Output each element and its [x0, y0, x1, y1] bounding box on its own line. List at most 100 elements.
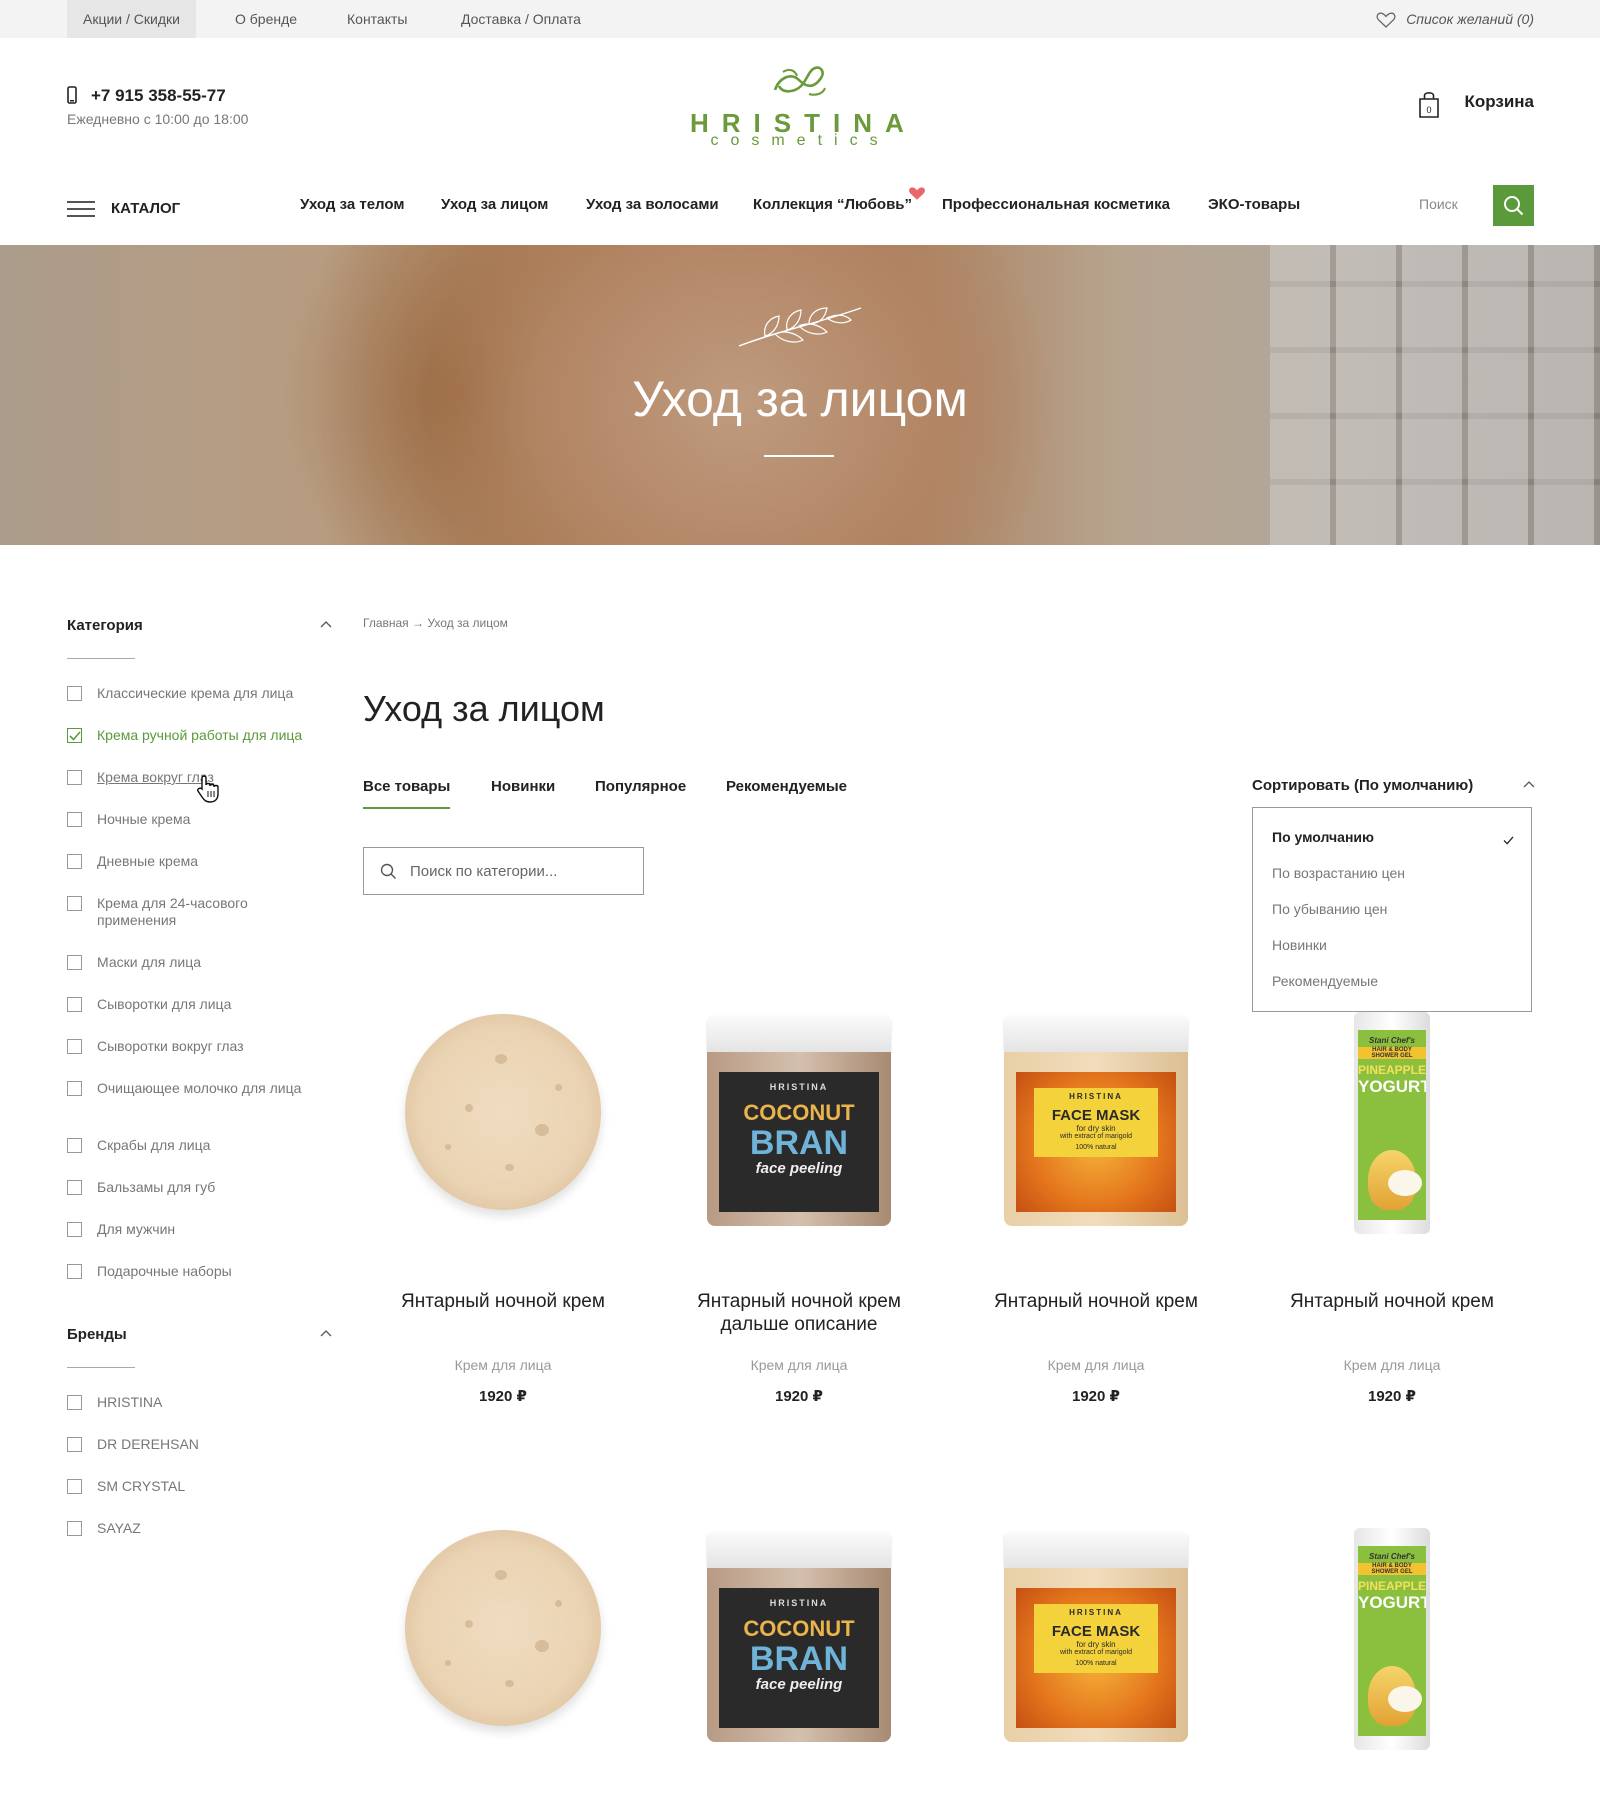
product-image-pineapple-yogurt-bottle[interactable]: Stani Chef's HAIR & BODY SHOWER GEL PINE… [1292, 1516, 1492, 1750]
filter-checkbox-classic[interactable]: Классические крема для лица [67, 685, 327, 702]
checkbox[interactable] [67, 1437, 82, 1452]
header-search-button[interactable] [1493, 185, 1534, 226]
cart-link[interactable]: Корзина [1464, 92, 1534, 112]
filter-label: Маски для лица [97, 954, 202, 970]
product-price: 1920 ₽ [1072, 1388, 1120, 1405]
sort-dropdown-menu: По умолчанию По возрастанию цен По убыва… [1252, 807, 1532, 1012]
divider [67, 658, 135, 659]
tab-popular[interactable]: Популярное [595, 778, 686, 795]
product-image-cream-dish[interactable] [403, 1516, 603, 1736]
filter-checkbox-men[interactable]: Для мужчин [67, 1221, 327, 1238]
product-category: Крем для лица [1343, 1357, 1441, 1373]
sort-option-price-desc[interactable]: По убыванию цен [1272, 901, 1387, 917]
filter-checkbox-handmade[interactable]: Крема ручной работы для лица [67, 727, 327, 744]
checkbox[interactable] [67, 1521, 82, 1536]
category-search-field[interactable] [363, 847, 644, 895]
sort-option-new[interactable]: Новинки [1272, 937, 1327, 953]
product-name[interactable]: Янтарный ночной крем [961, 1290, 1231, 1313]
product-category: Крем для лица [454, 1357, 552, 1373]
filter-checkbox-brand-sayaz[interactable]: SAYAZ [67, 1520, 327, 1537]
checkbox[interactable] [67, 1180, 82, 1195]
product-name[interactable]: Янтарный ночной крем дальше описание [664, 1290, 934, 1336]
sort-option-price-asc[interactable]: По возрастанию цен [1272, 865, 1405, 881]
search-icon [380, 863, 396, 879]
filter-label: Дневные крема [97, 853, 199, 869]
filter-category-title[interactable]: Категория [67, 617, 143, 634]
filter-checkbox-24h[interactable]: Крема для 24-часового применения [67, 895, 317, 929]
sort-option-recommended[interactable]: Рекомендуемые [1272, 973, 1378, 989]
product-name[interactable]: Янтарный ночной крем [1257, 1290, 1527, 1313]
topbar-link-contacts[interactable]: Контакты [347, 0, 407, 38]
nav-item-face-care[interactable]: Уход за лицом [441, 196, 548, 213]
checkbox[interactable] [67, 812, 82, 827]
heart-icon [1376, 12, 1396, 29]
chevron-up-icon[interactable] [1523, 780, 1535, 788]
sort-dropdown-toggle[interactable]: Сортировать (По умолчанию) [1252, 777, 1473, 794]
cart-bag-icon[interactable]: 0 [1418, 90, 1440, 118]
catalog-menu-button[interactable]: КАТАЛОГ [67, 196, 180, 222]
leaf-ornament-icon [738, 307, 862, 347]
filter-label: Очищающее молочко для лица [97, 1080, 302, 1096]
checkbox[interactable] [67, 955, 82, 970]
filter-checkbox-brand-smcrystal[interactable]: SM CRYSTAL [67, 1478, 327, 1495]
divider [67, 1367, 135, 1368]
tab-all[interactable]: Все товары [363, 778, 451, 809]
breadcrumb[interactable]: Главная → Уход за лицом [363, 616, 508, 630]
logo-sub-text: cosmetics [710, 132, 890, 149]
site-logo[interactable]: HRISTINA cosmetics [690, 60, 910, 160]
product-image-cream-dish[interactable] [403, 1000, 603, 1220]
nav-item-hair-care[interactable]: Уход за волосами [586, 196, 719, 213]
nav-item-love-collection[interactable]: Коллекция “Любовь” [753, 196, 912, 213]
filter-checkbox-night[interactable]: Ночные крема [67, 811, 327, 828]
checkbox[interactable] [67, 770, 82, 785]
checkbox[interactable] [67, 1264, 82, 1279]
product-image-face-mask-jar[interactable]: HRISTINA FACE MASK for dry skin with ext… [996, 1516, 1196, 1742]
filter-checkbox-eye-serums[interactable]: Сыворотки вокруг глаз [67, 1038, 327, 1055]
product-image-coconut-bran-jar[interactable]: HRISTINA COCONUT BRAN face peeling [699, 1516, 899, 1742]
filter-checkbox-masks[interactable]: Маски для лица [67, 954, 327, 971]
product-name[interactable]: Янтарный ночной крем [368, 1290, 638, 1313]
product-image-coconut-bran-jar[interactable]: HRISTINA COCONUT BRAN face peeling [699, 1000, 899, 1226]
filter-checkbox-lip-balms[interactable]: Бальзамы для губ [67, 1179, 327, 1196]
filter-checkbox-day[interactable]: Дневные крема [67, 853, 327, 870]
filter-brands-title[interactable]: Бренды [67, 1326, 127, 1343]
filter-checkbox-brand-derehsan[interactable]: DR DEREHSAN [67, 1436, 327, 1453]
header-search-input[interactable]: Поиск [1419, 196, 1458, 212]
topbar-link-sales[interactable]: Акции / Скидки [67, 0, 196, 38]
checkbox[interactable] [67, 997, 82, 1012]
checkbox[interactable] [67, 1222, 82, 1237]
filter-checkbox-brand-hristina[interactable]: HRISTINA [67, 1394, 327, 1411]
category-search-input[interactable] [410, 859, 630, 883]
filter-checkbox-serums[interactable]: Сыворотки для лица [67, 996, 327, 1013]
tab-recommended[interactable]: Рекомендуемые [726, 778, 847, 795]
checkbox[interactable] [67, 896, 82, 911]
filter-checkbox-scrubs[interactable]: Скрабы для лица [67, 1137, 327, 1154]
product-image-pineapple-yogurt-bottle[interactable]: Stani Chef's HAIR & BODY SHOWER GEL PINE… [1292, 1000, 1492, 1234]
wishlist-link[interactable]: Список желаний (0) [1376, 0, 1534, 38]
topbar-link-delivery[interactable]: Доставка / Оплата [461, 0, 581, 38]
tab-new[interactable]: Новинки [491, 778, 555, 795]
filter-checkbox-gift-sets[interactable]: Подарочные наборы [67, 1263, 327, 1280]
checkbox[interactable] [67, 854, 82, 869]
sort-option-default[interactable]: По умолчанию [1272, 829, 1374, 845]
nav-item-professional[interactable]: Профессиональная косметика [942, 196, 1170, 213]
filter-checkbox-cleansing-milk[interactable]: Очищающее молочко для лица [67, 1080, 317, 1097]
nav-item-body-care[interactable]: Уход за телом [300, 196, 404, 213]
checkbox[interactable] [67, 686, 82, 701]
checkbox[interactable] [67, 1081, 82, 1096]
chevron-up-icon[interactable] [320, 1329, 332, 1337]
product-image-face-mask-jar[interactable]: HRISTINA FACE MASK for dry skin with ext… [996, 1000, 1196, 1226]
checkmark-icon [1503, 836, 1514, 845]
checkbox-checked[interactable] [67, 728, 82, 743]
topbar-link-about[interactable]: О бренде [235, 0, 297, 38]
phone-number[interactable]: +7 915 358-55-77 [67, 86, 226, 106]
checkbox[interactable] [67, 1138, 82, 1153]
checkbox[interactable] [67, 1039, 82, 1054]
checkbox[interactable] [67, 1479, 82, 1494]
product-price: 1920 ₽ [775, 1388, 823, 1405]
nav-item-eco[interactable]: ЭКО-товары [1208, 196, 1300, 213]
catalog-label: КАТАЛОГ [111, 199, 181, 217]
checkbox[interactable] [67, 1395, 82, 1410]
filter-label: Бальзамы для губ [97, 1179, 216, 1195]
chevron-up-icon[interactable] [320, 620, 332, 628]
